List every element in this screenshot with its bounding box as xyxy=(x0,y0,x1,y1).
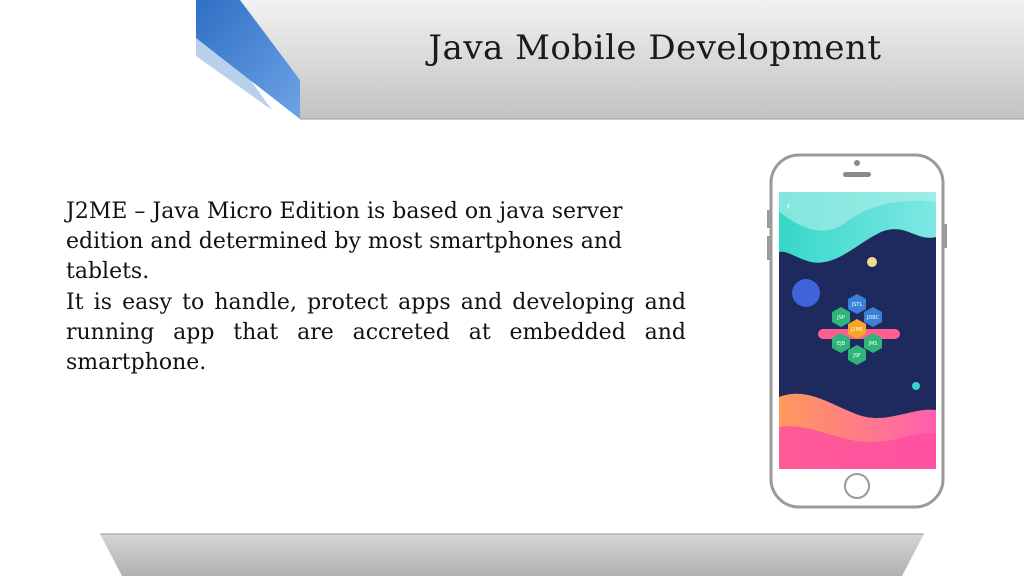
hex-label: JSP xyxy=(836,315,845,321)
decor-circle-teal xyxy=(912,382,920,390)
hex-label: JMS xyxy=(868,341,878,347)
home-button xyxy=(844,473,870,499)
slide: Java Mobile Development J2ME – Java Micr… xyxy=(0,0,1024,576)
decor-circle-blue xyxy=(792,279,820,307)
hex-label: EJB xyxy=(837,341,846,347)
hex-label: JDBC xyxy=(866,315,880,321)
paragraph-benefits: It is easy to handle, protect apps and d… xyxy=(66,290,686,375)
hex-label: J2ME xyxy=(850,327,863,333)
phone-screen: ‹ JSTL JSP JDBC J2ME EJB JMS JSF xyxy=(779,192,936,469)
footer-band xyxy=(100,533,924,576)
decor-circle-yellow xyxy=(867,257,877,267)
hex-label: JSF xyxy=(852,353,861,359)
speaker-icon xyxy=(843,172,871,177)
smartphone-illustration: ‹ JSTL JSP JDBC J2ME EJB JMS JSF xyxy=(767,153,947,509)
slide-title: Java Mobile Development xyxy=(428,28,882,68)
paragraph-j2me: J2ME – Java Micro Edition is based on ja… xyxy=(66,199,623,284)
camera-icon xyxy=(854,160,860,166)
hex-label: JSTL xyxy=(851,302,863,308)
back-chevron-icon: ‹ xyxy=(786,199,791,213)
